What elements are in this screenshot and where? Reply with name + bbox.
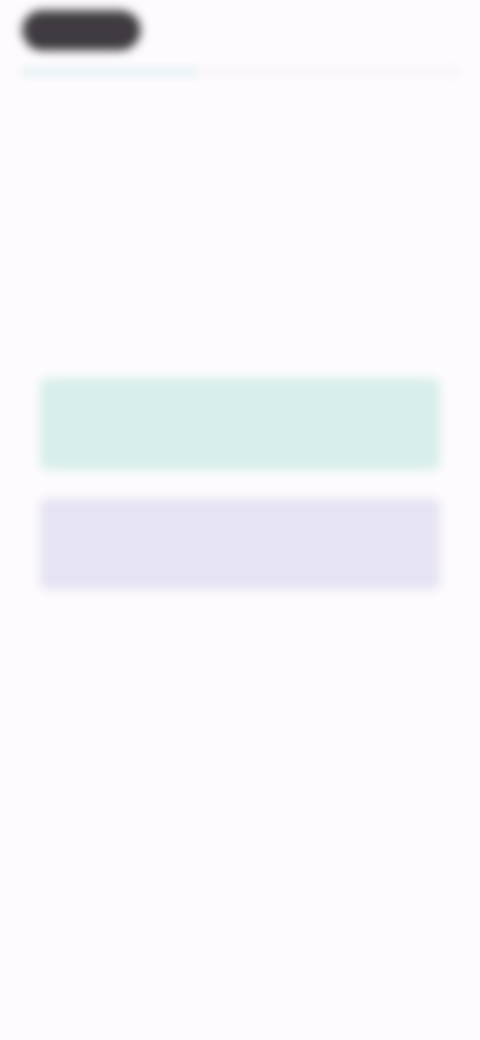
no-answer-button[interactable] (40, 498, 440, 590)
progress-fill (20, 70, 196, 74)
back-pill-button[interactable] (22, 10, 140, 50)
question-panel (30, 330, 450, 590)
progress-bar (20, 70, 460, 74)
yes-answer-button[interactable] (40, 378, 440, 470)
onboarding-screen (0, 0, 480, 1040)
